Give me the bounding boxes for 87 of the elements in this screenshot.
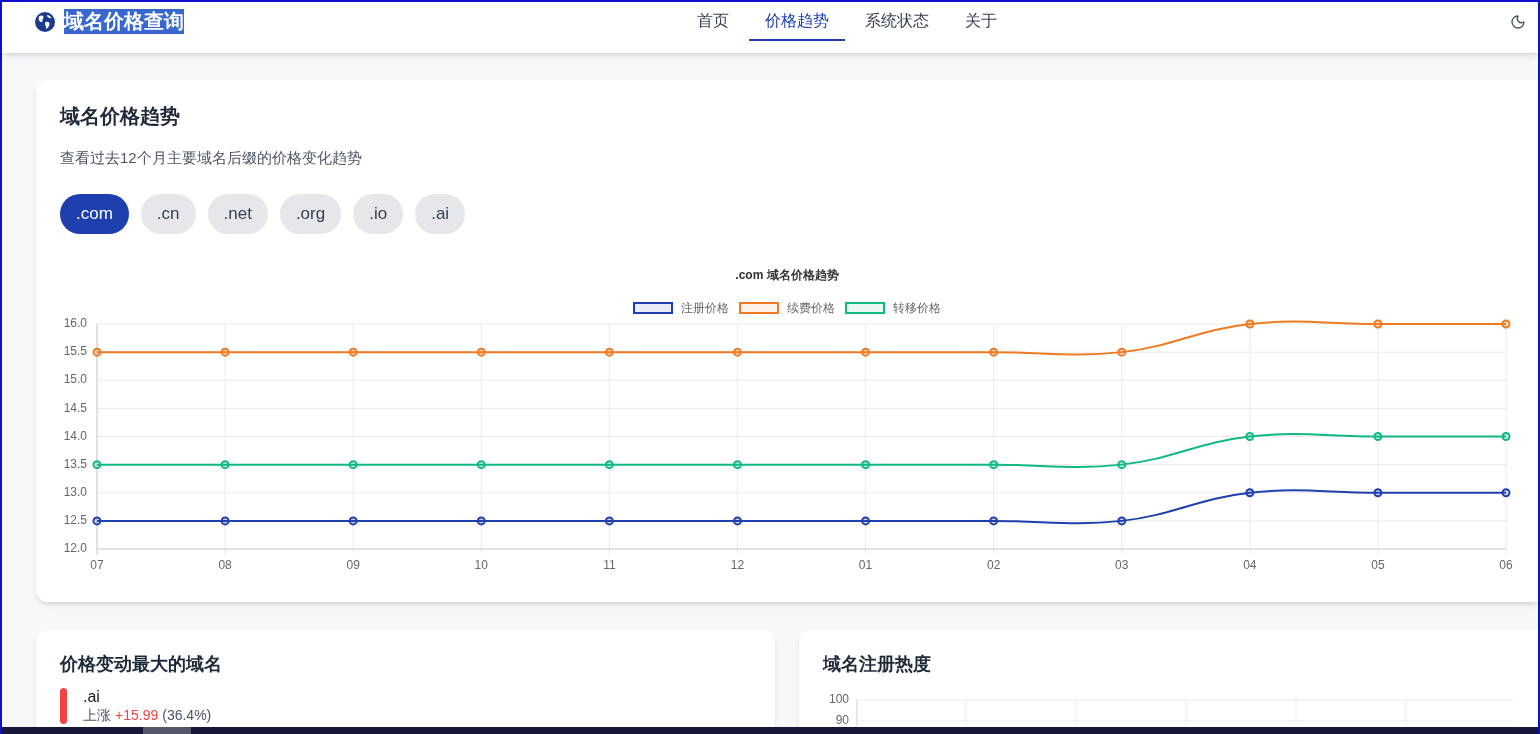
data-point [476, 347, 486, 357]
data-point [604, 516, 614, 526]
data-point [1501, 432, 1511, 441]
change-direction: 上涨 [83, 706, 111, 724]
tld-filter-button[interactable]: .org [279, 194, 342, 234]
data-point [348, 516, 358, 526]
data-point [732, 347, 742, 357]
data-point [348, 460, 358, 470]
x-axis-label: 05 [1371, 558, 1385, 573]
tld-filter-button[interactable]: .ai [415, 194, 466, 234]
legend-label[interactable]: 转移价格 [893, 300, 941, 316]
x-axis-label: 12 [730, 558, 745, 573]
data-point [1373, 488, 1383, 498]
tld-filter-button[interactable]: .com [60, 194, 129, 234]
y-axis-label: 14.5 [63, 400, 87, 415]
chart-title: .com 域名价格趋势 [735, 267, 839, 283]
data-point [861, 460, 871, 470]
y-axis-label: 100 [828, 692, 849, 707]
card-title: 域名价格趋势 [60, 104, 181, 129]
theme-toggle-button[interactable] [1509, 13, 1527, 31]
nav-tab[interactable]: 系统状态 [848, 2, 945, 41]
data-point [1245, 488, 1255, 498]
change-amount: +15.99 [115, 706, 159, 724]
data-point [92, 460, 102, 470]
data-point [220, 460, 230, 470]
data-point [1373, 432, 1383, 441]
site-title[interactable]: 域名价格查询 [64, 9, 184, 34]
horizontal-scrollbar[interactable] [2, 727, 1538, 734]
data-point [989, 347, 999, 357]
data-point [1501, 319, 1511, 329]
x-axis-label: 08 [218, 558, 232, 573]
x-axis-label: 04 [1243, 558, 1257, 573]
y-axis-label: 13.5 [63, 456, 87, 471]
x-axis-label: 06 [1499, 558, 1513, 573]
y-axis-label: 12.0 [63, 541, 87, 556]
data-point [348, 347, 358, 357]
change-percent: (36.4%) [162, 706, 212, 724]
data-point [1117, 347, 1127, 357]
y-axis-label: 15.0 [63, 372, 87, 387]
y-axis-label: 90 [835, 713, 849, 726]
x-axis-label: 02 [986, 558, 1001, 573]
globe-icon [35, 11, 55, 32]
nav-tab[interactable]: 首页 [680, 2, 745, 41]
legend-label[interactable]: 续费价格 [787, 300, 835, 316]
data-point [220, 347, 230, 357]
nav-tab[interactable]: 关于 [948, 2, 1013, 41]
nav-tab[interactable]: 价格趋势 [748, 2, 845, 41]
y-axis-label: 15.5 [63, 344, 87, 359]
data-point [476, 460, 486, 470]
data-point [92, 516, 102, 526]
data-point [861, 516, 871, 526]
x-axis-label: 03 [1115, 558, 1129, 573]
scrollbar-thumb[interactable] [143, 727, 191, 734]
moon-icon [1510, 14, 1526, 30]
x-axis-label: 07 [90, 558, 104, 573]
data-point [989, 516, 999, 526]
data-point [1117, 460, 1127, 470]
data-point [1245, 319, 1255, 329]
x-axis-label: 09 [346, 558, 360, 573]
tld-filter-button[interactable]: .cn [140, 194, 196, 234]
x-axis-label: 01 [858, 558, 873, 573]
y-axis-label: 16.0 [63, 316, 87, 331]
data-point [604, 460, 614, 470]
y-axis-label: 12.5 [63, 513, 87, 528]
x-axis-label: 10 [474, 558, 488, 573]
card-title: 域名注册热度 [823, 653, 932, 676]
legend-label[interactable]: 注册价格 [681, 300, 729, 316]
x-axis-label: 11 [603, 558, 616, 573]
data-point [1501, 488, 1511, 498]
y-axis-label: 14.0 [63, 428, 87, 443]
data-point [1117, 516, 1127, 526]
data-point [1245, 432, 1255, 441]
domain-name: .ai [83, 688, 101, 706]
card-title: 价格变动最大的域名 [60, 653, 223, 676]
data-point [220, 516, 230, 526]
tld-filter-button[interactable]: .net [207, 194, 268, 234]
card-subtitle: 查看过去12个月主要域名后缀的价格变化趋势 [60, 148, 363, 168]
data-point [604, 347, 614, 357]
data-point [732, 460, 742, 470]
data-point [861, 347, 871, 357]
data-point [476, 516, 486, 526]
data-point [1373, 319, 1383, 329]
tld-filter-button[interactable]: .io [353, 194, 404, 234]
data-point [92, 347, 102, 357]
data-point [732, 516, 742, 526]
data-point [989, 460, 999, 470]
y-axis-label: 13.0 [63, 484, 87, 499]
